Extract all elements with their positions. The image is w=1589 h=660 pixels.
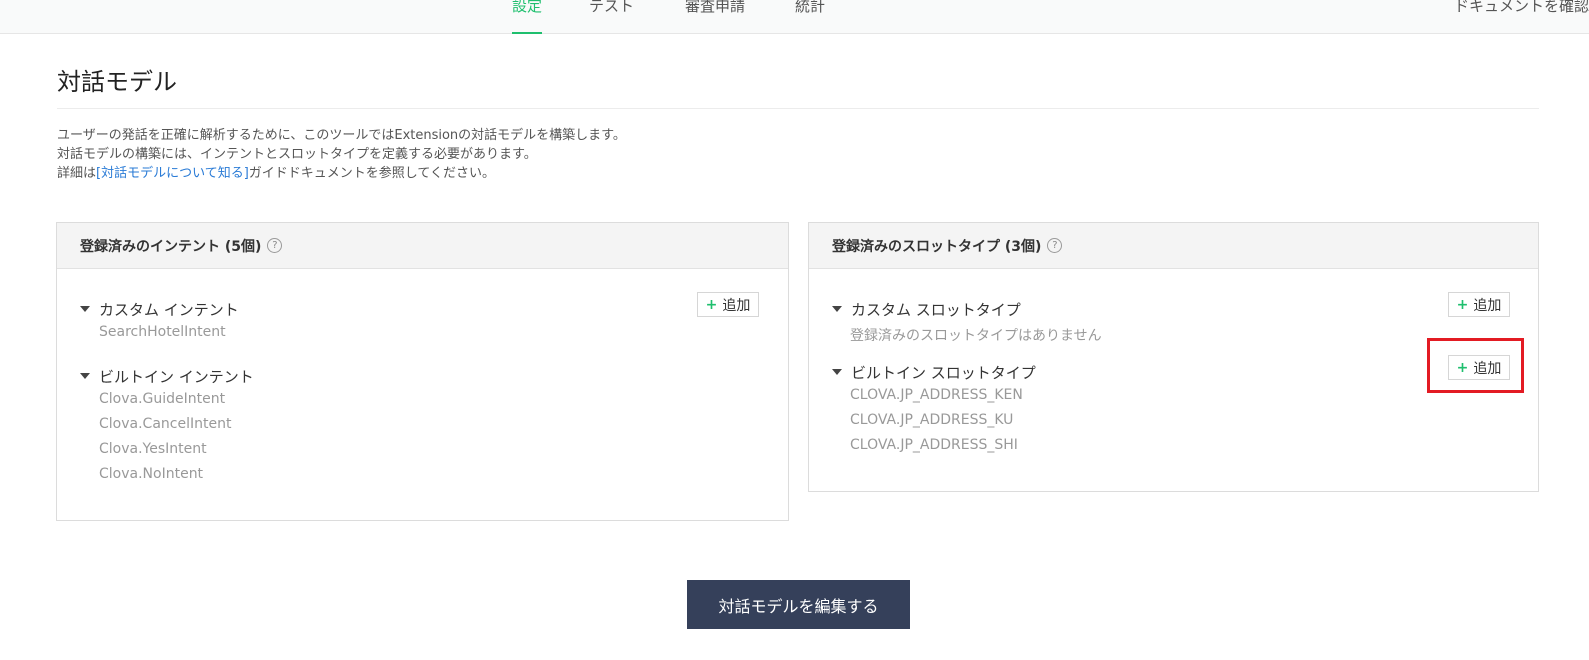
tab-settings[interactable]: 設定 [512, 0, 543, 34]
title-divider [57, 108, 1539, 109]
top-navigation: 設定 テスト 審査申請 統計 ドキュメントを確認 [0, 0, 1589, 34]
dialog-model-guide-link[interactable]: [対話モデルについて知る] [96, 166, 249, 181]
intent-item[interactable]: Clova.NoIntent [99, 466, 203, 482]
description-line-2: 対話モデルの構築には、インテントとスロットタイプを定義する必要があります。 [57, 147, 537, 162]
slot-type-item[interactable]: CLOVA.JP_ADDRESS_KEN [850, 387, 1023, 403]
custom-slot-type-label: カスタム スロットタイプ [851, 301, 1021, 319]
caret-down-icon [832, 305, 842, 312]
edit-dialog-model-button[interactable]: 対話モデルを編集する [687, 580, 910, 629]
intents-panel-header: 登録済みのインテント (5個) ? [57, 223, 788, 269]
description-line-3: 詳細は[対話モデルについて知る]ガイドドキュメントを参照してください。 [57, 164, 626, 183]
plus-icon: + [1456, 296, 1469, 313]
empty-slot-types-message: 登録済みのスロットタイプはありません [850, 328, 1102, 344]
builtin-intent-group-toggle[interactable]: ビルトイン インテント [80, 366, 254, 387]
add-label: 追加 [1473, 297, 1502, 314]
page-title: 対話モデル [57, 68, 177, 96]
plus-icon: + [705, 296, 718, 313]
slot-type-item[interactable]: CLOVA.JP_ADDRESS_KU [850, 412, 1013, 428]
add-custom-intent-button[interactable]: + 追加 [697, 292, 759, 317]
description-suffix: ガイドドキュメントを参照してください。 [248, 166, 496, 181]
description-line-1: ユーザーの発話を正確に解析するために、このツールではExtensionの対話モデ… [57, 128, 626, 143]
intents-panel: 登録済みのインテント (5個) ? カスタム インテント SearchHotel… [56, 222, 789, 521]
custom-intent-group-toggle[interactable]: カスタム インテント [80, 299, 239, 320]
intents-panel-title: 登録済みのインテント (5個) [80, 238, 262, 255]
tab-statistics[interactable]: 統計 [795, 0, 825, 34]
intent-item[interactable]: Clova.GuideIntent [99, 391, 225, 407]
documentation-link[interactable]: ドキュメントを確認 [1454, 0, 1589, 19]
caret-down-icon [80, 305, 90, 312]
intent-item[interactable]: SearchHotelIntent [99, 324, 226, 340]
tab-review-request[interactable]: 審査申請 [685, 0, 745, 34]
builtin-slot-type-group-toggle[interactable]: ビルトイン スロットタイプ [832, 362, 1036, 383]
intent-item[interactable]: Clova.CancelIntent [99, 416, 231, 432]
question-circle-icon[interactable]: ? [267, 238, 283, 253]
intent-item[interactable]: Clova.YesIntent [99, 441, 207, 457]
builtin-slot-type-label: ビルトイン スロットタイプ [851, 364, 1036, 382]
add-label: 追加 [722, 297, 751, 314]
custom-intent-label: カスタム インテント [99, 301, 239, 319]
custom-slot-type-group-toggle[interactable]: カスタム スロットタイプ [832, 299, 1021, 320]
page-description: ユーザーの発話を正確に解析するために、このツールではExtensionの対話モデ… [57, 126, 626, 183]
slot-types-panel-title: 登録済みのスロットタイプ (3個) [832, 238, 1042, 255]
description-prefix: 詳細は [57, 166, 97, 181]
tab-test[interactable]: テスト [589, 0, 634, 34]
builtin-intent-label: ビルトイン インテント [99, 368, 254, 386]
slot-types-panel-header: 登録済みのスロットタイプ (3個) ? [809, 223, 1538, 269]
add-custom-slot-type-button[interactable]: + 追加 [1448, 292, 1510, 317]
caret-down-icon [80, 372, 90, 379]
slot-type-item[interactable]: CLOVA.JP_ADDRESS_SHI [850, 437, 1018, 453]
caret-down-icon [832, 368, 842, 375]
highlight-annotation-box [1427, 338, 1524, 393]
question-circle-icon[interactable]: ? [1047, 238, 1063, 253]
